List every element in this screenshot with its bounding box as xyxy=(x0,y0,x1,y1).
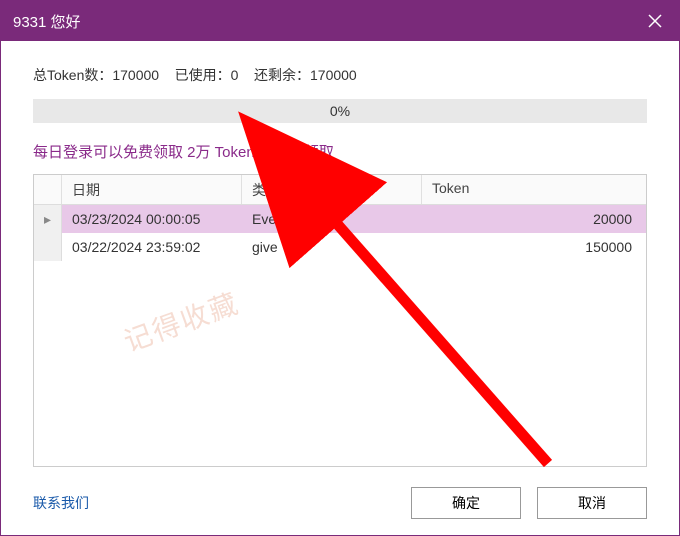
progress-bar: 0% xyxy=(33,99,647,123)
titlebar: 9331 您好 xyxy=(1,1,679,41)
row-indicator xyxy=(34,233,62,261)
token-stats: 总Token数：170000 已使用：0 还剩余：170000 xyxy=(33,65,647,85)
daily-claim-link[interactable]: 每日登录可以免费领取 2万 Token ，点击领取 xyxy=(33,141,647,162)
row-indicator: ▸ xyxy=(34,205,62,233)
used-value: 0 xyxy=(231,67,239,83)
remain-value: 170000 xyxy=(310,67,357,83)
dialog-footer: 联系我们 确定 取消 xyxy=(33,483,647,519)
cell-token: 150000 xyxy=(422,233,646,261)
table-row[interactable]: 03/22/2024 23:59:02give150000 xyxy=(34,233,646,261)
contact-link[interactable]: 联系我们 xyxy=(33,493,89,513)
col-header-type[interactable]: 类别 xyxy=(242,175,422,204)
close-button[interactable] xyxy=(631,1,679,41)
cell-type: give xyxy=(242,233,422,261)
cell-token: 20000 xyxy=(422,205,646,233)
table-body: ▸03/23/2024 00:00:05EveryDay2000003/22/2… xyxy=(34,205,646,261)
table-header: 日期 类别 Token xyxy=(34,175,646,205)
cell-date: 03/23/2024 00:00:05 xyxy=(62,205,242,233)
col-header-date[interactable]: 日期 xyxy=(62,175,242,204)
cancel-button[interactable]: 取消 xyxy=(537,487,647,519)
total-label: 总Token数： xyxy=(33,67,112,83)
token-history-table: 日期 类别 Token ▸03/23/2024 00:00:05EveryDay… xyxy=(33,174,647,467)
used-label: 已使用： xyxy=(175,67,231,83)
cell-date: 03/22/2024 23:59:02 xyxy=(62,233,242,261)
progress-percent: 0% xyxy=(330,103,350,119)
dialog-content: 总Token数：170000 已使用：0 还剩余：170000 0% 每日登录可… xyxy=(1,41,679,535)
button-group: 确定 取消 xyxy=(411,487,647,519)
col-header-token[interactable]: Token xyxy=(422,175,646,204)
ok-button[interactable]: 确定 xyxy=(411,487,521,519)
total-value: 170000 xyxy=(112,67,159,83)
remain-label: 还剩余： xyxy=(254,67,310,83)
close-icon xyxy=(648,14,662,28)
window-title: 9331 您好 xyxy=(13,11,81,32)
table-row[interactable]: ▸03/23/2024 00:00:05EveryDay20000 xyxy=(34,205,646,233)
row-header-corner xyxy=(34,175,62,204)
cell-type: EveryDay xyxy=(242,205,422,233)
token-dialog: 9331 您好 总Token数：170000 已使用：0 还剩余：170000 … xyxy=(0,0,680,536)
